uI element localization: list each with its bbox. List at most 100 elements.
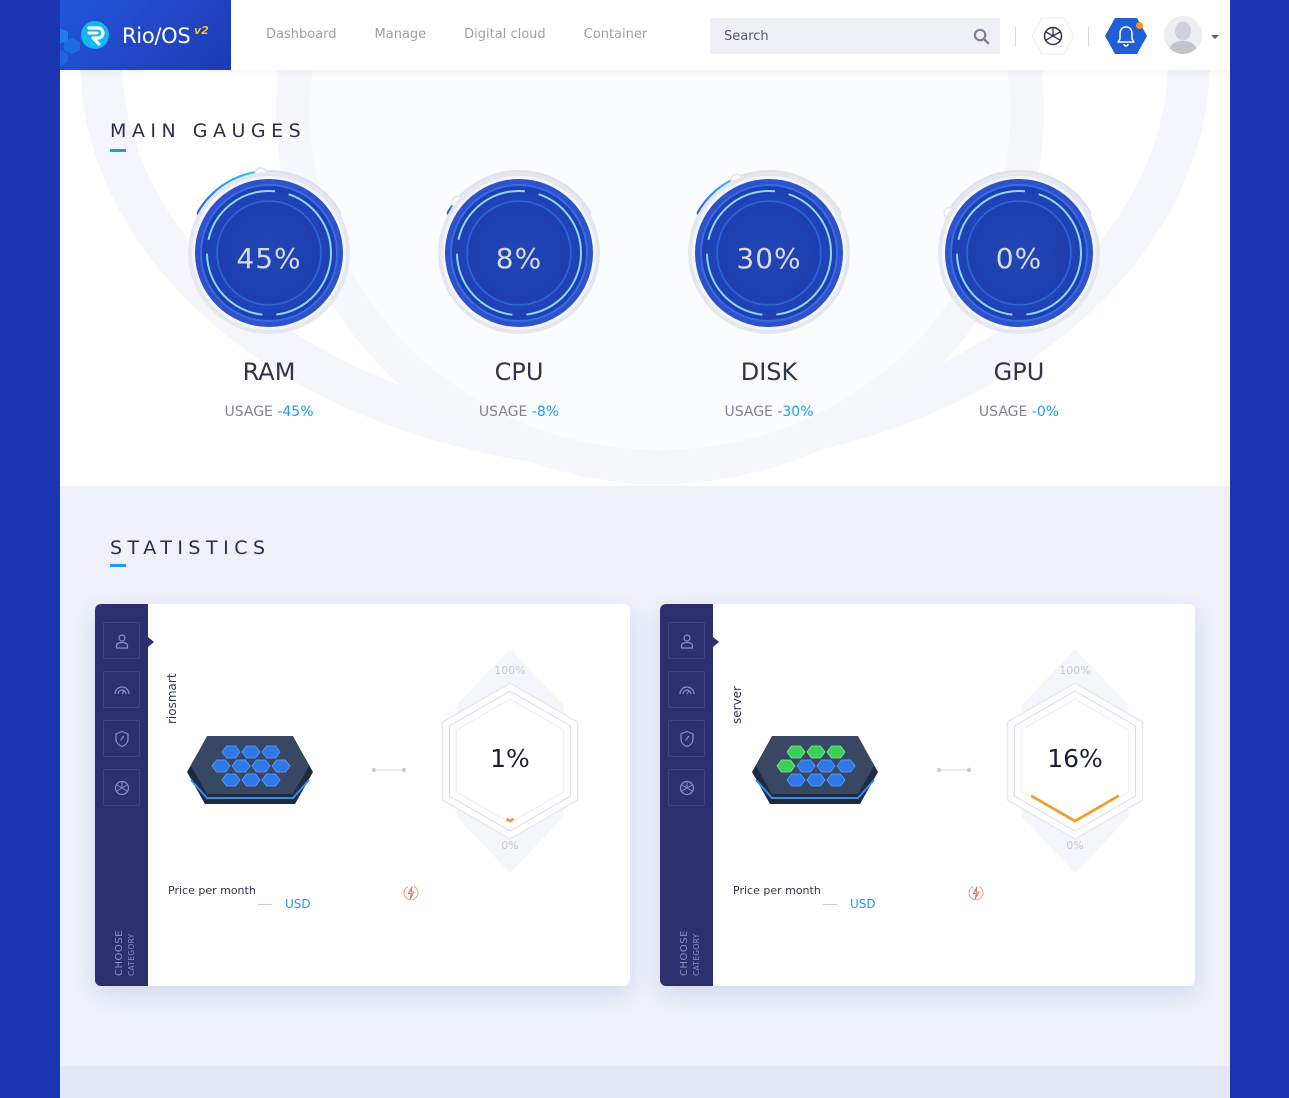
- user-menu-caret[interactable]: [1211, 35, 1219, 39]
- search-input[interactable]: [710, 18, 950, 54]
- device-tile: [261, 773, 281, 787]
- usage-value: -30%: [777, 404, 814, 420]
- avatar-icon: [1164, 16, 1202, 54]
- footer-strip: [60, 1066, 1230, 1098]
- device-tile: [271, 759, 291, 773]
- hex-max-label: 100%: [1059, 664, 1091, 677]
- section-underline: [110, 149, 126, 152]
- usage-prefix: USAGE: [978, 404, 1028, 420]
- gauge-value: 30%: [736, 242, 802, 275]
- search-box: [710, 18, 1000, 54]
- header-divider: [1088, 27, 1089, 47]
- section-title-statistics: STATISTICS: [110, 537, 271, 559]
- device-tile: [836, 759, 856, 773]
- user-icon: [115, 633, 128, 649]
- gauge-label: GPU: [993, 358, 1045, 386]
- hex-usage-gauge: 100% 16% 0%: [1000, 646, 1150, 876]
- notifications-button[interactable]: [1104, 16, 1148, 56]
- nav-manage[interactable]: Manage: [375, 27, 427, 42]
- category-sidebar: CHOOSE CATEGORY: [660, 604, 713, 986]
- category-cube-button[interactable]: [103, 769, 140, 806]
- device-tile: [231, 759, 251, 773]
- stat-card-server: CHOOSE CATEGORY server 100% 16% 0% Price…: [660, 604, 1195, 986]
- gauge-usage: USAGE -0%: [929, 404, 1109, 420]
- header-divider: [1015, 27, 1016, 47]
- speedometer-icon: [678, 685, 695, 694]
- hex-fill-indicator: [506, 818, 514, 823]
- device-tile: [826, 773, 846, 787]
- usage-prefix: USAGE: [224, 404, 273, 420]
- device-tile: [806, 773, 826, 787]
- category-user-button[interactable]: [103, 622, 140, 659]
- price-label: Price per month: [168, 884, 256, 897]
- active-pointer: [713, 637, 719, 647]
- category-security-button[interactable]: [103, 720, 140, 757]
- price-dash: [823, 904, 837, 905]
- device-tile: [776, 759, 796, 773]
- user-icon: [680, 633, 693, 649]
- device-tile: [786, 745, 806, 759]
- gauge-usage: USAGE -8%: [429, 404, 609, 420]
- gauge-value: 0%: [995, 242, 1043, 275]
- device-tile: [211, 759, 231, 773]
- nav-digital-cloud[interactable]: Digital cloud: [464, 27, 546, 42]
- shield-icon: [679, 730, 694, 747]
- stat-card-riosmart: CHOOSE CATEGORY riosmart 100% 1% 0% Pric…: [95, 604, 630, 986]
- price-dash: [258, 904, 272, 905]
- device-tile: [241, 745, 261, 759]
- nav-dashboard[interactable]: Dashboard: [266, 27, 337, 42]
- category-user-button[interactable]: [668, 622, 705, 659]
- category-speed-button[interactable]: [668, 671, 705, 708]
- speedometer-icon: [113, 685, 130, 694]
- gauge-label: CPU: [494, 358, 544, 386]
- choose-category-label[interactable]: CHOOSE CATEGORY: [104, 862, 144, 976]
- main-gauges-section: MAIN GAUGES 45% RAM USAGE -45% 8% CPU US…: [60, 70, 1230, 486]
- hex-max-label: 100%: [494, 664, 526, 677]
- gauge-ram: 45% RAM USAGE -45%: [179, 148, 359, 428]
- gauge-label: DISK: [740, 358, 798, 386]
- category-speed-button[interactable]: [103, 671, 140, 708]
- user-avatar[interactable]: [1164, 16, 1202, 54]
- section-title-main-gauges: MAIN GAUGES: [110, 120, 307, 142]
- active-pointer: [148, 637, 154, 647]
- usage-value: -0%: [1031, 404, 1060, 420]
- section-underline: [110, 564, 126, 567]
- card-name: riosmart: [165, 673, 179, 724]
- hex-usage-gauge: 100% 1% 0%: [435, 646, 585, 876]
- usage-value: -8%: [531, 404, 560, 420]
- hex-pattern-icon: [60, 28, 80, 66]
- hex-percent: 1%: [490, 744, 530, 773]
- rio-logo-icon: [81, 21, 109, 49]
- power-bolt-icon[interactable]: [967, 884, 985, 902]
- gauge-value: 8%: [495, 242, 543, 275]
- price-currency: USD: [850, 897, 876, 911]
- device-tile: [826, 745, 846, 759]
- choose-label: CHOOSE: [679, 930, 690, 976]
- top-header: Rio/OS v2 Dashboard Manage Digital cloud…: [60, 0, 1230, 70]
- gauge-cpu: 8% CPU USAGE -8%: [429, 148, 609, 428]
- search-icon[interactable]: [973, 28, 990, 45]
- price-currency: USD: [285, 897, 311, 911]
- device-tile: [251, 759, 271, 773]
- device-tile: [796, 759, 816, 773]
- gauge-disk: 30% DISK USAGE -30%: [679, 148, 859, 428]
- category-security-button[interactable]: [668, 720, 705, 757]
- category-cube-button[interactable]: [668, 769, 705, 806]
- connector-line: [936, 767, 972, 773]
- choose-category-label[interactable]: CHOOSE CATEGORY: [669, 862, 709, 976]
- card-name: server: [730, 686, 744, 724]
- nav-container[interactable]: Container: [584, 27, 648, 42]
- cube-icon: [679, 780, 694, 795]
- cube-icon[interactable]: [1031, 16, 1075, 56]
- brand-logo-area[interactable]: Rio/OS v2: [60, 0, 231, 70]
- device-illustration: [752, 736, 878, 804]
- power-bolt-icon[interactable]: [402, 884, 420, 902]
- price-label: Price per month: [733, 884, 821, 897]
- gauge-usage: USAGE -45%: [179, 404, 359, 420]
- device-tile: [221, 745, 241, 759]
- notification-dot: [1136, 22, 1143, 29]
- gauge-label: RAM: [242, 358, 296, 386]
- brand-version: v2: [194, 24, 209, 37]
- usage-value: -45%: [277, 404, 314, 420]
- shield-icon: [114, 730, 129, 747]
